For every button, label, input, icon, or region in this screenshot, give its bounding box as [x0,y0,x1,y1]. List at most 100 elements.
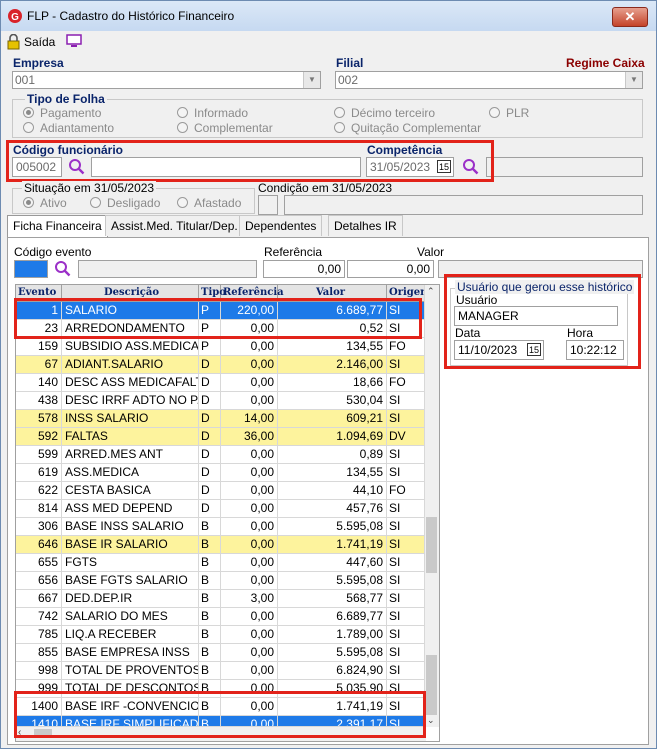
lock-icon[interactable] [7,34,20,50]
table-row[interactable]: 592 FALTAS D 36,00 1.094,69 DV [16,428,426,446]
cell-valor: 5.595,08 [278,644,387,662]
table-row[interactable]: 785 LIQ.A RECEBER B 0,00 1.789,00 SI [16,626,426,644]
cell-valor: 44,10 [278,482,387,500]
cell-origem: SI [387,464,426,482]
cell-referencia: 0,00 [221,536,278,554]
referencia-input[interactable]: 0,00 [263,260,345,278]
table-row[interactable]: 667 DED.DEP.IR B 3,00 568,77 SI [16,590,426,608]
table-row[interactable]: 306 BASE INSS SALARIO B 0,00 5.595,08 SI [16,518,426,536]
cell-valor: 568,77 [278,590,387,608]
cell-valor: 6.824,90 [278,662,387,680]
chevron-down-icon[interactable]: ▼ [303,72,320,88]
table-row[interactable]: 159 SUBSIDIO ASS.MEDICA P 0,00 134,55 FO [16,338,426,356]
cell-referencia: 0,00 [221,608,278,626]
cell-evento: 785 [16,626,62,644]
close-button[interactable]: ✕ [612,7,648,27]
search-icon[interactable] [54,260,71,277]
radio-ativo[interactable]: Ativo [23,196,67,210]
cell-tipo: P [199,338,221,356]
cell-referencia: 0,00 [221,338,278,356]
chevron-up-icon[interactable]: ⌃ [427,286,435,297]
codigo-evento-label: Código evento [14,245,92,259]
radio-label: Complementar [194,121,273,135]
chevron-down-icon[interactable]: ⌄ [427,715,435,726]
table-row[interactable]: 855 BASE EMPRESA INSS B 0,00 5.595,08 SI [16,644,426,662]
scroll-thumb[interactable] [426,517,437,573]
tab-assist-med[interactable]: Assist.Med. Titular/Dep. [105,215,244,236]
radio-dot [177,122,188,133]
radio-adiantamento[interactable]: Adiantamento [23,121,114,135]
table-row[interactable]: 998 TOTAL DE PROVENTOS B 0,00 6.824,90 SI [16,662,426,680]
cell-descricao: ASS MED DEPEND [62,500,199,518]
radio-pagamento[interactable]: Pagamento [23,106,101,120]
radio-dot [489,107,500,118]
table-row[interactable]: 622 CESTA BASICA D 0,00 44,10 FO [16,482,426,500]
referencia-label: Referência [264,245,323,259]
cell-origem: FO [387,482,426,500]
cell-descricao: DESC ASS MEDICAFALTA [62,374,199,392]
exit-button[interactable]: Saída [24,35,55,49]
radio-desligado[interactable]: Desligado [90,196,160,210]
cell-referencia: 0,00 [221,662,278,680]
situacao-label: Situação em 31/05/2023 [22,181,157,195]
table-row[interactable]: 619 ASS.MEDICA D 0,00 134,55 SI [16,464,426,482]
radio-afastado[interactable]: Afastado [177,196,241,210]
radio-informado[interactable]: Informado [177,106,248,120]
cell-valor: 2.146,00 [278,356,387,374]
table-row[interactable]: 656 BASE FGTS SALARIO B 0,00 5.595,08 SI [16,572,426,590]
valor-input[interactable]: 0,00 [347,260,434,278]
cell-referencia: 0,00 [221,464,278,482]
cell-tipo: B [199,554,221,572]
cell-origem: SI [387,554,426,572]
cell-evento: 667 [16,590,62,608]
cell-tipo: D [199,500,221,518]
table-row[interactable]: 742 SALARIO DO MES B 0,00 6.689,77 SI [16,608,426,626]
cell-referencia: 0,00 [221,446,278,464]
table-row[interactable]: 67 ADIANT.SALARIO D 0,00 2.146,00 SI [16,356,426,374]
table-row[interactable]: 599 ARRED.MES ANT D 0,00 0,89 SI [16,446,426,464]
screen-icon[interactable] [66,34,82,48]
cell-referencia: 0,00 [221,572,278,590]
evento-code-input[interactable] [14,260,48,278]
cell-origem: SI [387,356,426,374]
radio-plr[interactable]: PLR [489,106,529,120]
cell-evento: 814 [16,500,62,518]
cell-valor: 0,89 [278,446,387,464]
eventos-grid[interactable]: Evento Descrição Tipo Referência Valor O… [15,284,440,742]
cell-descricao: FALTAS [62,428,199,446]
chevron-down-icon[interactable]: ▼ [625,72,642,88]
cell-evento: 306 [16,518,62,536]
cell-referencia: 0,00 [221,482,278,500]
tab-dependentes[interactable]: Dependentes [239,215,323,236]
cell-descricao: BASE INSS SALARIO [62,518,199,536]
radio-decimo[interactable]: Décimo terceiro [334,106,435,120]
cell-tipo: B [199,626,221,644]
cell-origem: SI [387,518,426,536]
scroll-thumb-lower[interactable] [426,655,437,715]
tab-ficha-financeira[interactable]: Ficha Financeira [7,215,108,238]
table-row[interactable]: 438 DESC IRRF ADTO NO P... D 0,00 530,04 SI [16,392,426,410]
cell-referencia: 0,00 [221,392,278,410]
table-row[interactable]: 655 FGTS B 0,00 447,60 SI [16,554,426,572]
table-row[interactable]: 578 INSS SALARIO D 14,00 609,21 SI [16,410,426,428]
tipo-folha-label: Tipo de Folha [25,92,107,106]
grid-vertical-scrollbar[interactable]: ⌃ ⌄ [424,285,439,727]
cell-valor: 457,76 [278,500,387,518]
table-row[interactable]: 646 BASE IR SALARIO B 0,00 1.741,19 SI [16,536,426,554]
table-row[interactable]: 140 DESC ASS MEDICAFALTA D 0,00 18,66 FO [16,374,426,392]
cell-evento: 742 [16,608,62,626]
radio-quitacao[interactable]: Quitação Complementar [334,121,481,135]
table-row[interactable]: 814 ASS MED DEPEND D 0,00 457,76 SI [16,500,426,518]
filial-select[interactable]: 002 ▼ [335,71,643,89]
cell-tipo: B [199,572,221,590]
empresa-select[interactable]: 001 ▼ [12,71,321,89]
evento-desc-field [78,260,257,278]
cell-origem: FO [387,374,426,392]
tab-detalhes-ir[interactable]: Detalhes IR [328,215,403,236]
valor-label: Valor [417,245,445,259]
cell-tipo: B [199,536,221,554]
cell-origem: SI [387,446,426,464]
cell-referencia: 0,00 [221,500,278,518]
radio-complementar[interactable]: Complementar [177,121,273,135]
cell-tipo: B [199,518,221,536]
